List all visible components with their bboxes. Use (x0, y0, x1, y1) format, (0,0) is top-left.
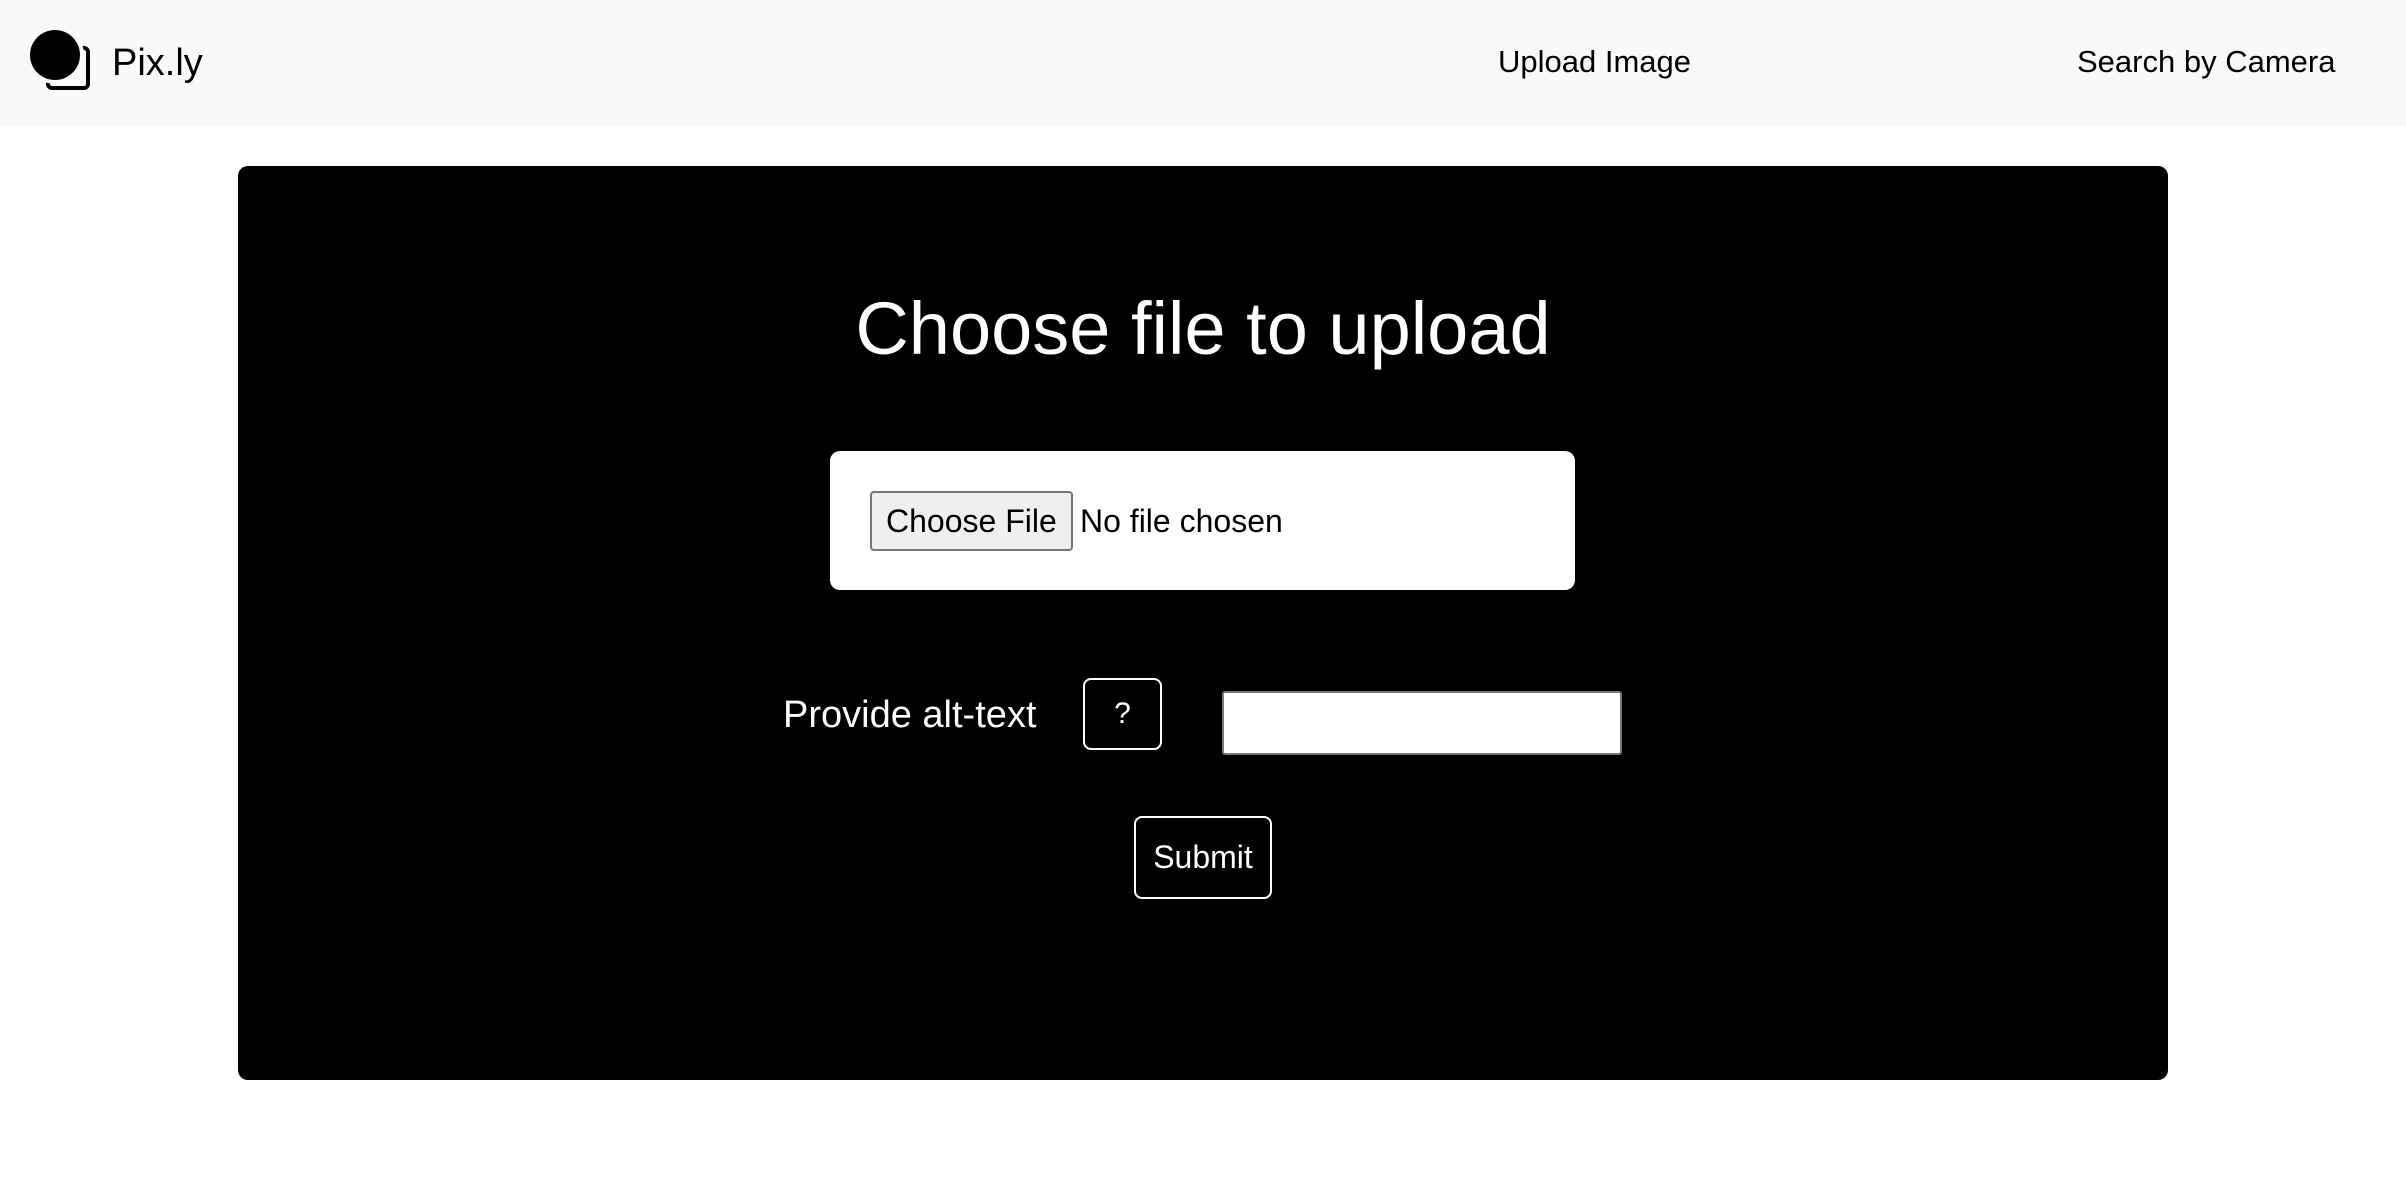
page-title: Choose file to upload (855, 287, 1551, 370)
submit-button[interactable]: Submit (1134, 816, 1272, 899)
file-input-container: Choose File No file chosen (830, 451, 1575, 590)
alt-text-help-button[interactable]: ? (1083, 678, 1162, 750)
brand-name: Pix.ly (112, 42, 203, 84)
nav-link-upload-image[interactable]: Upload Image (1498, 44, 1691, 80)
file-status-text: No file chosen (1080, 503, 1283, 539)
image-gallery-icon (30, 30, 98, 96)
brand-link[interactable]: Pix.ly (30, 28, 203, 98)
alt-text-input[interactable] (1222, 691, 1622, 755)
alt-text-label: Provide alt-text (783, 694, 1037, 736)
navbar: Pix.ly Upload Image Search by Camera (0, 0, 2406, 126)
nav-link-search-by-camera[interactable]: Search by Camera (2077, 44, 2335, 80)
choose-file-button[interactable]: Choose File (870, 491, 1073, 551)
